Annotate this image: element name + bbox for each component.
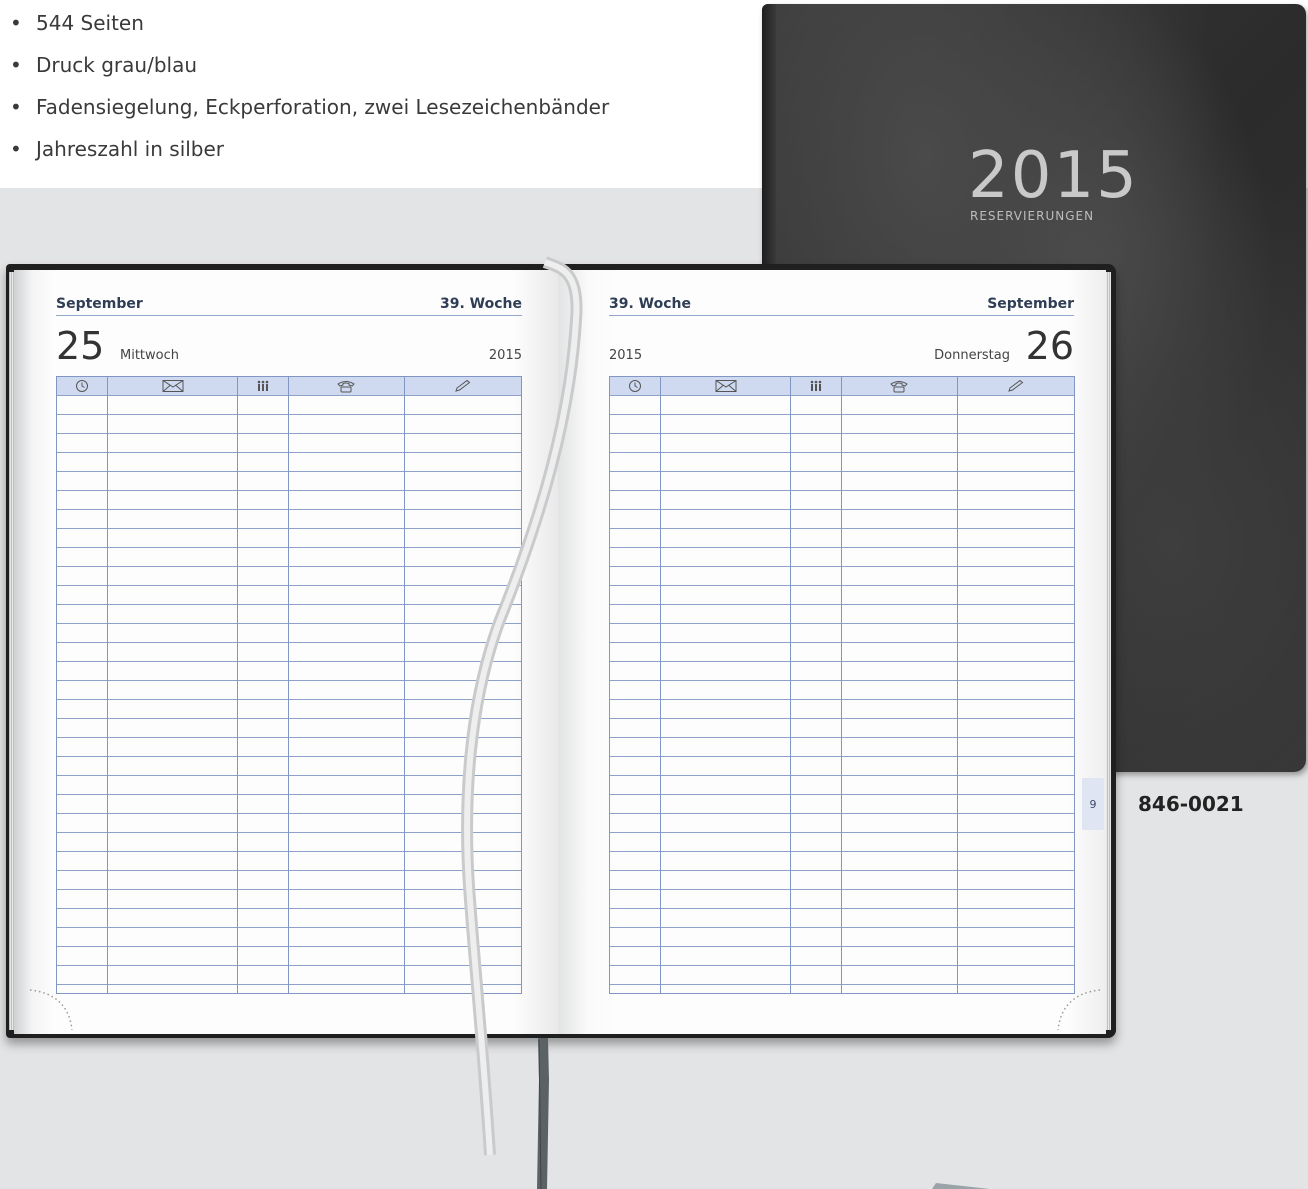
ribbon-dark <box>537 1038 549 1189</box>
bookmark-ribbons <box>461 256 990 1189</box>
ribbon-light <box>461 256 583 1156</box>
ribbon-bottom-right <box>932 1183 990 1189</box>
